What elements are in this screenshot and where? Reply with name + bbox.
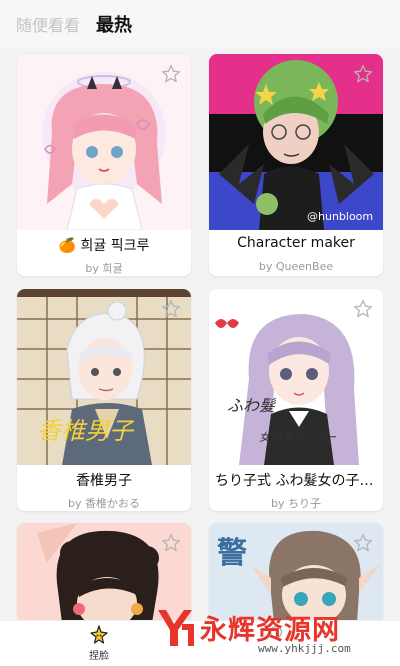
card-author: by QueenBee (258, 260, 334, 273)
favorite-star-icon[interactable] (161, 64, 181, 84)
favorite-star-icon[interactable] (353, 533, 373, 553)
watermark-url: www.yhkjjj.com (258, 642, 351, 655)
nav-item-face-maker[interactable]: 捏脸 (69, 623, 129, 662)
artwork-calligraphy: 香椎男子 (37, 417, 135, 445)
maker-card[interactable]: @hunbloom Character maker by QueenBee (209, 54, 383, 276)
artwork-calligraphy-top: ふわ髮 (227, 396, 277, 415)
sparkle-face-icon (90, 625, 108, 644)
card-author: by 희귤 (85, 262, 123, 275)
card-author: by 香椎かおる (68, 497, 140, 510)
card-title: ちり子式 ふわ髮女の子メーカー (215, 473, 377, 489)
card-author: by ちり子 (271, 497, 321, 510)
tab-browse[interactable]: 随便看看 (16, 12, 80, 36)
artwork-handle: @hunbloom (307, 210, 373, 223)
favorite-star-icon[interactable] (353, 299, 373, 319)
top-tab-bar: 随便看看 最热 (0, 0, 400, 48)
maker-card[interactable]: ふわ髮 女の子メーカー ちり子式 ふわ髮女の子メーカー by ちり子 (209, 289, 383, 511)
favorite-star-icon[interactable] (353, 64, 373, 84)
favorite-star-icon[interactable] (161, 299, 181, 319)
artwork-sign: 警 (217, 536, 247, 571)
watermark-logo-icon (158, 610, 194, 646)
tab-hottest[interactable]: 最热 (96, 11, 132, 37)
maker-card[interactable]: 香椎男子 香椎男子 by 香椎かおる (17, 289, 191, 511)
artwork-calligraphy-bottom: 女の子メーカー (259, 431, 337, 444)
favorite-star-icon[interactable] (161, 533, 181, 553)
maker-card[interactable]: 🍊 희귤 픽크루 by 희귤 (17, 54, 191, 276)
card-title: Character maker (237, 235, 355, 251)
card-title: 香椎男子 (76, 473, 132, 489)
card-title: 🍊 희귤 픽크루 (58, 238, 150, 254)
watermark: 永辉资源网 www.yhkjjj.com (150, 604, 390, 664)
nav-label: 捏脸 (89, 651, 109, 662)
